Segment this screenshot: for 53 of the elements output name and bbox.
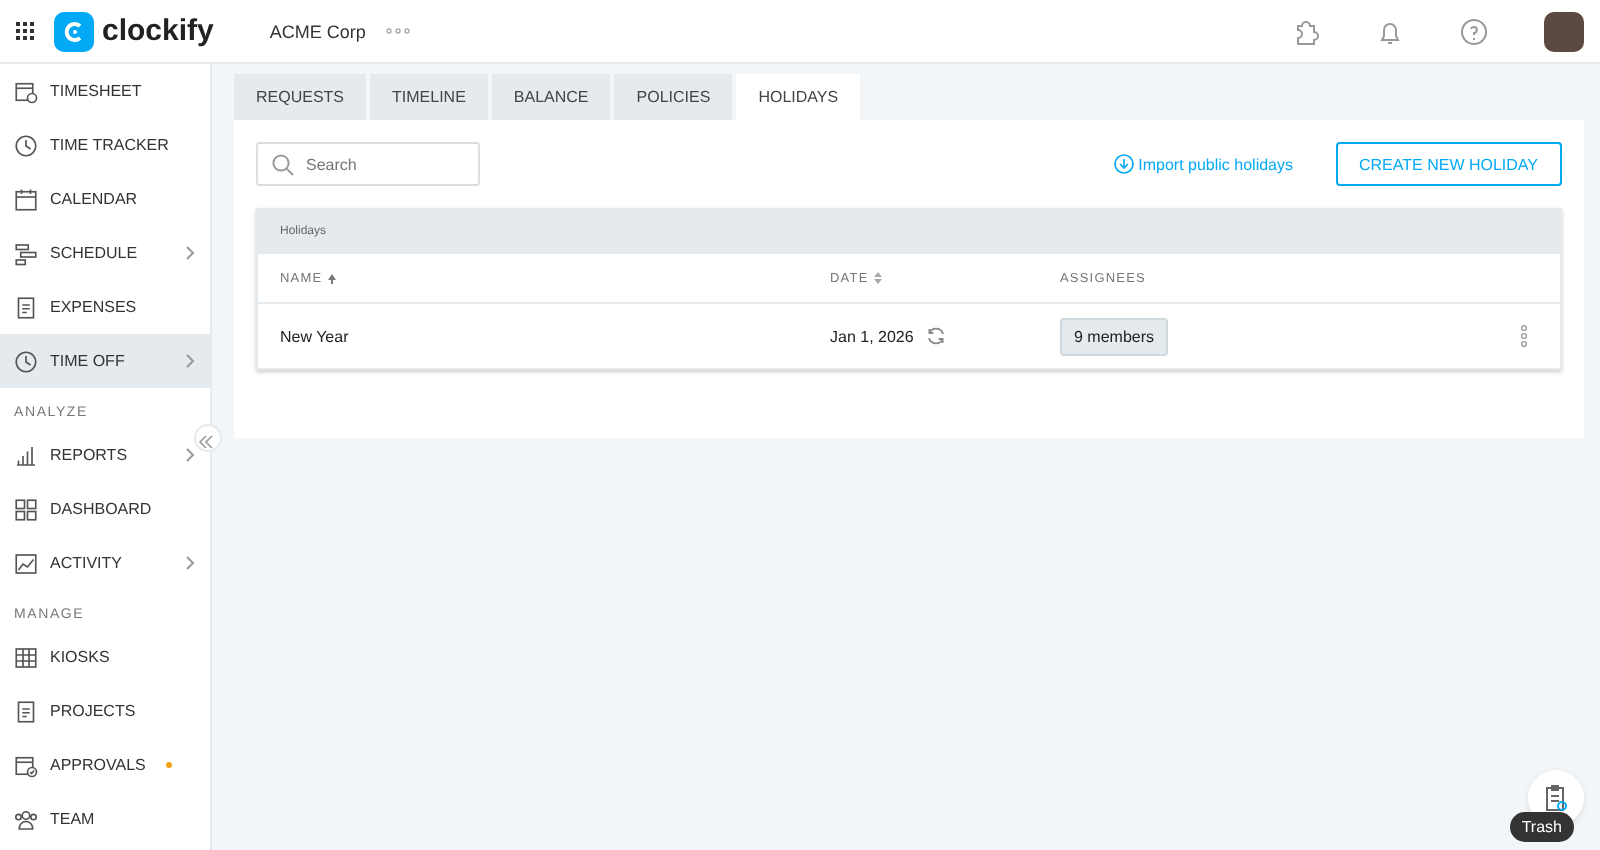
sidebar-item[interactable]: SCHEDULE: [0, 226, 210, 280]
document-icon: [14, 699, 38, 723]
sidebar-item[interactable]: DASHBOARD: [0, 482, 210, 536]
sidebar-item[interactable]: EXPENSES: [0, 280, 210, 334]
calendar-icon: [14, 187, 38, 211]
workspace-name[interactable]: ACME Corp: [269, 21, 366, 41]
tab[interactable]: HOLIDAYS: [736, 74, 861, 120]
grid-icon: [14, 497, 38, 521]
tooltip: Trash: [1509, 812, 1574, 842]
timesheet-icon: [14, 79, 38, 103]
logo-icon: [54, 11, 94, 51]
sidebar-item[interactable]: TIME OFF: [0, 334, 210, 388]
table-cell: New Year: [280, 327, 349, 345]
sidebar-item[interactable]: PROJECTS: [0, 684, 210, 738]
document-icon: [14, 295, 38, 319]
sidebar-item[interactable]: APPROVALS: [0, 738, 210, 792]
sidebar-item[interactable]: TEAM: [0, 792, 210, 846]
sort-ascending-icon[interactable]: [328, 273, 337, 283]
tab[interactable]: POLICIES: [614, 74, 733, 120]
assignees-badge[interactable]: 9 members: [1060, 317, 1169, 355]
clock-icon: [14, 133, 38, 157]
tab[interactable]: BALANCE: [491, 74, 611, 120]
approval-icon: [14, 753, 38, 777]
sidebar-item[interactable]: CALENDAR: [0, 172, 210, 226]
sort-icon[interactable]: [874, 272, 883, 284]
kiosk-icon: [14, 645, 38, 669]
double-chevron-left-icon[interactable]: [196, 432, 216, 452]
table-cell: Jan 1, 2026: [830, 327, 914, 345]
sidebar-item[interactable]: ACTIVITY: [0, 536, 210, 590]
sidebar-item[interactable]: TIMESHEET: [0, 64, 210, 118]
bar-chart-icon: [14, 443, 38, 467]
download-icon[interactable]: [1114, 154, 1135, 174]
more-icon[interactable]: [385, 28, 410, 34]
schedule-icon: [14, 241, 38, 265]
collapse-button[interactable]: [194, 424, 222, 452]
search-icon: [272, 153, 294, 175]
bell-icon[interactable]: [1376, 17, 1404, 45]
tab[interactable]: REQUESTS: [234, 74, 367, 120]
sidebar-item[interactable]: TIME TRACKER: [0, 118, 210, 172]
logo-text: clockify: [102, 14, 214, 48]
line-chart-icon: [14, 551, 38, 575]
avatar[interactable]: [1544, 11, 1584, 51]
puzzle-icon[interactable]: [1292, 17, 1320, 45]
team-icon: [14, 807, 38, 831]
help-icon[interactable]: [1460, 17, 1488, 45]
sidebar-item[interactable]: KIOSKS: [0, 630, 210, 684]
clipboard-icon[interactable]: [1544, 784, 1568, 812]
apps-grid-icon[interactable]: [16, 22, 34, 40]
sidebar-item[interactable]: REPORTS: [0, 428, 210, 482]
more-vertical-icon[interactable]: [1520, 324, 1528, 348]
tab[interactable]: TIMELINE: [370, 74, 488, 120]
clock-icon: [14, 349, 38, 373]
search-field[interactable]: Search: [256, 142, 480, 186]
